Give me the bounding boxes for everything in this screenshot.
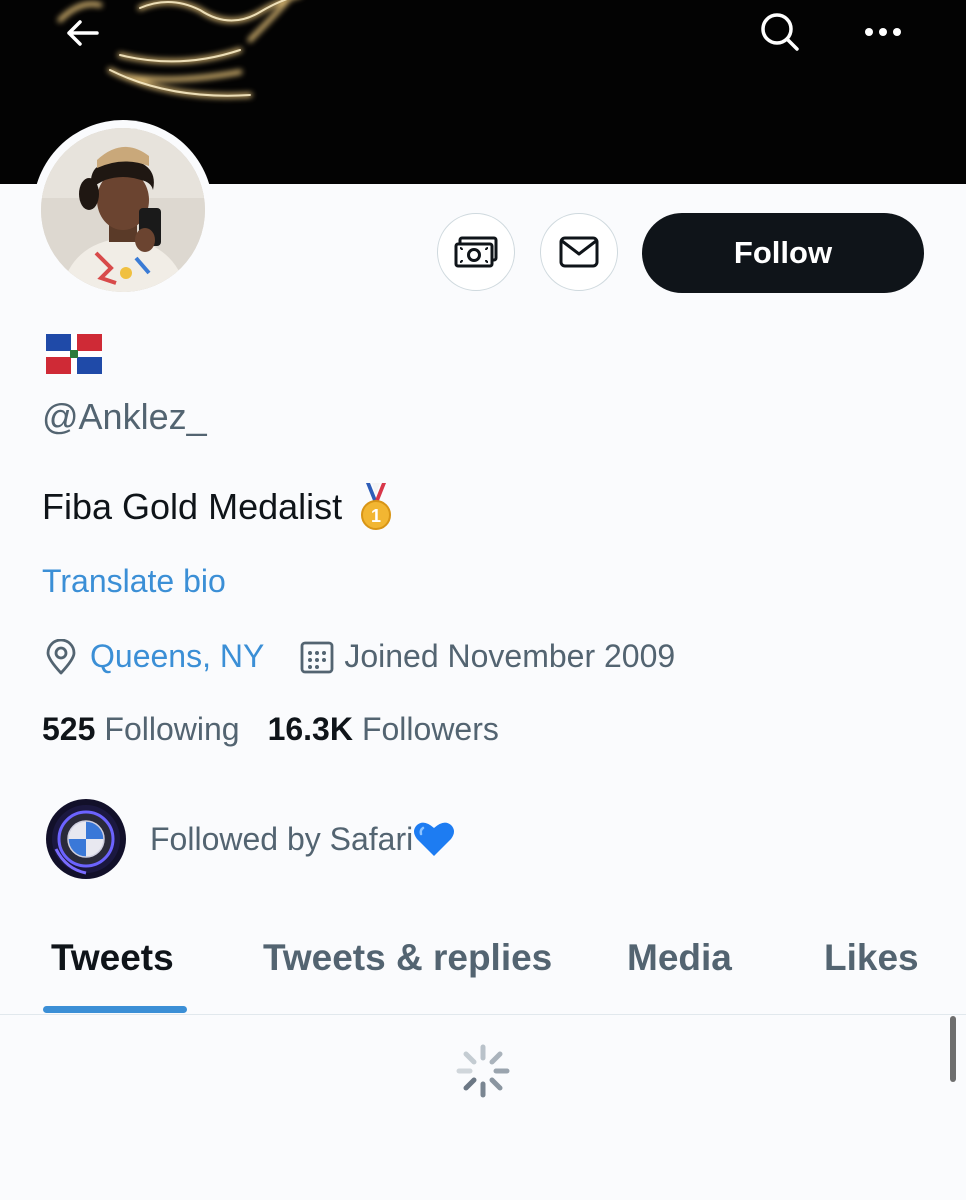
dominican-flag-icon [46,334,102,379]
tab-tweets-and-replies[interactable]: Tweets & replies [263,930,552,1014]
followed-by-label: Followed by Safari [150,820,414,857]
more-dots-icon [865,28,901,36]
following-label[interactable]: Following [104,711,239,748]
tabs-divider [0,1014,966,1015]
blue-heart-icon [414,822,455,856]
profile-tabs: Tweets Tweets & replies Media Likes [0,930,966,1014]
location-link[interactable]: Queens, NY [90,638,264,675]
back-button[interactable] [52,3,112,63]
avatar-photo [41,128,205,292]
money-icon [454,236,498,268]
profile-avatar-frame[interactable] [33,120,213,300]
bio-text: Fiba Gold Medalist [42,486,343,527]
tab-media[interactable]: Media [627,930,732,1014]
follower-avatar[interactable] [46,799,126,879]
followed-by-text[interactable]: Followed by Safari [150,820,455,858]
arrow-left-icon [67,20,99,46]
mail-icon [559,236,599,268]
svg-text:1: 1 [371,506,381,526]
profile-avatar[interactable] [41,128,205,292]
follow-button[interactable]: Follow [642,213,924,293]
tab-tweets[interactable]: Tweets [51,930,174,1014]
followed-by-row[interactable]: Followed by Safari [46,799,455,879]
active-tab-indicator [43,1006,187,1013]
joined-date: Joined November 2009 [344,638,676,674]
bmw-logo-avatar [46,799,126,879]
following-count[interactable]: 525 [42,711,95,748]
search-icon [761,13,799,51]
profile-meta: Queens, NY Joined November 2009 [44,638,675,675]
profile-handle: @Anklez_ [42,396,207,437]
gold-medal-icon: 1 [361,483,392,530]
profile-bio: Fiba Gold Medalist 1 [42,483,394,531]
follow-stats: 525 Following 16.3K Followers [42,711,499,748]
spinner-icon [456,1044,510,1098]
message-button[interactable] [540,213,618,291]
tab-likes[interactable]: Likes [824,930,919,1014]
scrollbar[interactable] [950,1016,956,1082]
followers-label[interactable]: Followers [362,711,499,748]
translate-bio-link[interactable]: Translate bio [42,563,226,600]
tip-button[interactable] [437,213,515,291]
search-button[interactable] [750,2,810,62]
more-options-button[interactable] [853,2,913,62]
followers-count[interactable]: 16.3K [268,711,353,748]
location-pin-icon [46,638,76,674]
calendar-icon [300,641,334,673]
